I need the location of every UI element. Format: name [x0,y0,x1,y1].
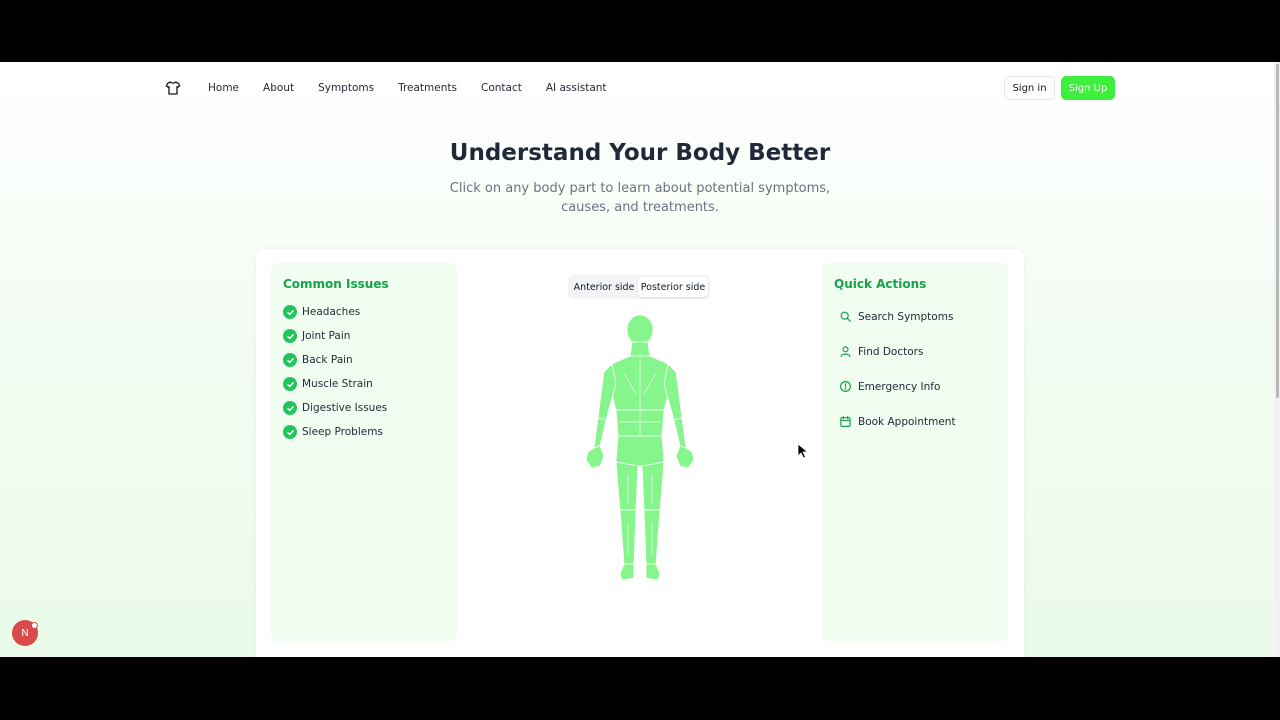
check-circle-icon [283,305,297,319]
body-part-right-thigh[interactable] [641,461,665,511]
check-circle-icon [283,329,297,343]
video-letterbox-top [0,0,1280,62]
issue-item[interactable]: Sleep Problems [283,425,383,439]
sign-in-button[interactable]: Sign in [1004,76,1055,100]
calendar-icon [839,415,852,428]
issue-item[interactable]: Digestive Issues [283,401,387,415]
issue-label: Muscle Strain [302,378,373,390]
issue-label: Back Pain [302,354,353,366]
action-label: Emergency Info [858,380,941,393]
body-part-left-foot[interactable] [619,563,635,581]
check-circle-icon [283,353,297,367]
body-map-figure[interactable] [576,314,704,586]
body-explorer-card: Common Issues Headaches Joint Pain Back … [256,249,1024,657]
check-circle-icon [283,377,297,391]
issue-item[interactable]: Back Pain [283,353,353,367]
navbar: Home About Symptoms Treatments Contact A… [0,62,1274,114]
issue-label: Joint Pain [302,330,351,342]
quick-actions-title: Quick Actions [834,277,927,291]
browser-viewport: Home About Symptoms Treatments Contact A… [0,62,1280,657]
search-symptoms-action[interactable]: Search Symptoms [839,310,953,323]
mouse-cursor-icon [797,443,809,459]
body-part-left-forearm[interactable] [593,417,607,449]
body-part-right-forearm[interactable] [673,417,687,449]
scrollbar-thumb[interactable] [1276,64,1279,398]
page-scrollbar[interactable] [1274,62,1280,657]
issue-label: Sleep Problems [302,426,383,438]
action-label: Find Doctors [858,345,924,358]
body-part-right-foot[interactable] [645,563,661,581]
find-doctors-action[interactable]: Find Doctors [839,345,923,358]
action-label: Search Symptoms [858,310,954,323]
issue-item[interactable]: Muscle Strain [283,377,373,391]
body-part-left-thigh[interactable] [615,461,639,511]
issue-label: Headaches [302,306,361,318]
check-circle-icon [283,401,297,415]
tshirt-icon[interactable] [165,79,181,97]
body-part-right-upper-arm[interactable] [663,363,683,421]
action-label: Book Appointment [858,415,956,428]
anterior-side-button[interactable]: Anterior side [570,277,638,297]
body-part-buttocks[interactable] [615,435,665,467]
dev-tools-notification-dot [31,622,38,629]
common-issues-panel: Common Issues Headaches Joint Pain Back … [271,263,457,641]
video-letterbox-bottom [0,657,1280,720]
user-icon [839,345,852,358]
book-appointment-action[interactable]: Book Appointment [839,415,956,428]
body-part-left-upper-arm[interactable] [597,363,617,421]
view-side-toggle: Anterior side Posterior side [568,275,710,299]
search-icon [839,310,852,323]
body-part-head[interactable] [626,314,654,346]
common-issues-title: Common Issues [283,277,389,291]
nav-link-contact[interactable]: Contact [481,81,522,95]
issue-label: Digestive Issues [302,402,388,414]
alert-circle-icon [839,380,852,393]
nav-link-ai-assistant[interactable]: AI assistant [546,81,607,95]
issue-item[interactable]: Joint Pain [283,329,350,343]
page-subtitle: Click on any body part to learn about po… [449,181,831,215]
body-part-right-hand[interactable] [675,445,695,469]
nav-link-symptoms[interactable]: Symptoms [318,81,374,95]
quick-actions-panel: Quick Actions Search Symptoms Find Docto… [822,263,1008,641]
nav-link-about[interactable]: About [263,81,294,95]
body-part-left-hand[interactable] [585,445,605,469]
page-title: Understand Your Body Better [449,140,831,166]
posterior-side-button[interactable]: Posterior side [638,277,708,297]
nav-link-treatments[interactable]: Treatments [398,81,457,95]
issue-item[interactable]: Headaches [283,305,360,319]
emergency-info-action[interactable]: Emergency Info [839,380,940,393]
sign-up-button[interactable]: Sign Up [1061,76,1115,100]
nav-link-home[interactable]: Home [208,81,239,95]
nav-links: Home About Symptoms Treatments Contact A… [208,81,631,95]
check-circle-icon [283,425,297,439]
